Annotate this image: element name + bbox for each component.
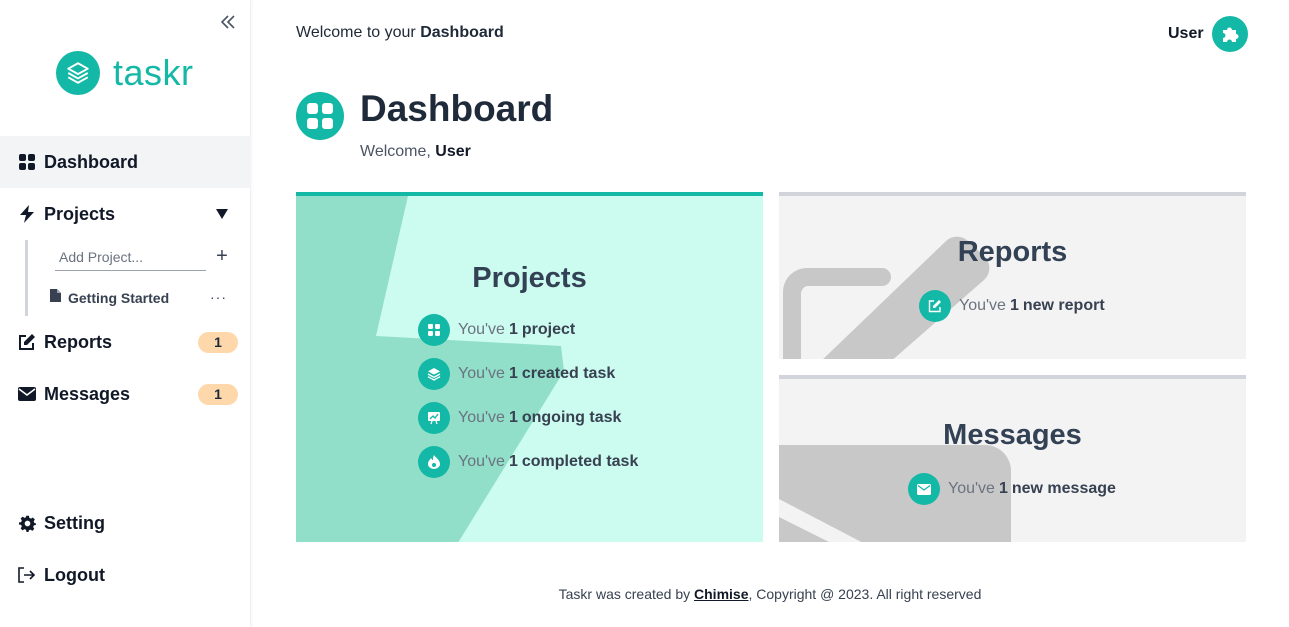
messages-card[interactable]: Messages You've 1 new message	[779, 375, 1246, 542]
more-options-icon[interactable]: ···	[210, 289, 227, 305]
user-name: User	[1168, 25, 1204, 42]
stat-prefix: You've	[458, 365, 505, 382]
sidebar-item-label: Dashboard	[44, 151, 139, 172]
stat-prefix: You've	[458, 321, 505, 338]
messages-card-title: Messages	[943, 419, 1082, 451]
stat-new-reports: You've 1 new report	[919, 290, 1105, 322]
welcome-message: Welcome to your Dashboard	[296, 24, 504, 42]
sidebar: taskr Dashboard Projects + Getting Start…	[0, 0, 251, 627]
app-name: taskr	[113, 52, 194, 93]
gear-icon	[18, 514, 36, 532]
stat-suffix: new report	[1022, 297, 1105, 314]
envelope-icon	[18, 385, 36, 403]
sidebar-item-label: Projects	[44, 203, 116, 224]
page-subtitle: Welcome, User	[360, 143, 471, 161]
stat-suffix: ongoing task	[521, 409, 622, 426]
sidebar-item-projects[interactable]: Projects	[0, 188, 251, 240]
puzzle-icon	[1211, 16, 1248, 52]
add-project-button[interactable]: +	[213, 246, 231, 266]
dashboard-grid-icon	[296, 92, 344, 140]
reports-card[interactable]: Reports You've 1 new report	[779, 192, 1246, 359]
messages-count-badge: 1	[198, 384, 238, 405]
envelope-icon	[908, 473, 940, 505]
stat-prefix: You've	[959, 297, 1006, 314]
chart-board-icon	[418, 402, 450, 434]
fire-icon	[418, 446, 450, 478]
sidebar-item-messages[interactable]: Messages 1	[0, 368, 251, 420]
stat-count: 1	[508, 409, 518, 426]
logo[interactable]: taskr	[56, 51, 194, 95]
sidebar-item-label: Logout	[44, 564, 105, 585]
grid-icon	[418, 314, 450, 346]
author-link[interactable]: Chimise	[694, 586, 748, 602]
projects-card-title: Projects	[472, 262, 587, 294]
stat-prefix: You've	[458, 453, 505, 470]
sidebar-item-reports[interactable]: Reports 1	[0, 316, 251, 368]
stat-count: 1	[508, 365, 518, 382]
subtitle-user: User	[435, 143, 471, 160]
sidebar-item-label: Messages	[44, 383, 131, 404]
app: taskr Dashboard Projects + Getting Start…	[0, 0, 1289, 627]
stat-created-tasks: You've 1 created task	[418, 358, 615, 390]
stat-prefix: You've	[948, 480, 995, 497]
caret-down-icon[interactable]	[215, 207, 229, 221]
envelope-background-icon	[779, 445, 1011, 542]
edit-background-icon	[783, 236, 990, 359]
edit-icon	[18, 333, 36, 351]
welcome-strong: Dashboard	[420, 24, 504, 41]
stat-suffix: completed task	[521, 453, 639, 470]
user-menu[interactable]: User	[1168, 16, 1248, 52]
project-item-getting-started[interactable]: Getting Started	[50, 289, 169, 307]
projects-card[interactable]: Projects You've 1 project You've 1 created t…	[296, 192, 763, 542]
footer: Taskr was created by Chimise, Copyright …	[0, 586, 1289, 602]
layers-icon	[56, 51, 100, 95]
stat-suffix: new message	[1011, 480, 1116, 497]
file-icon	[50, 289, 61, 307]
add-project-input[interactable]	[55, 244, 206, 271]
stat-ongoing-tasks: You've 1 ongoing task	[418, 402, 621, 434]
stat-completed-tasks: You've 1 completed task	[418, 446, 638, 478]
footer-suffix: , Copyright @ 2023. All right reserved	[748, 586, 982, 602]
sidebar-item-label: Setting	[44, 512, 105, 533]
reports-card-title: Reports	[957, 236, 1068, 268]
bolt-icon	[18, 205, 36, 223]
stat-prefix: You've	[458, 409, 505, 426]
collapse-sidebar-icon[interactable]	[218, 12, 238, 32]
grid-icon	[18, 153, 36, 171]
stat-count: 1	[998, 480, 1008, 497]
welcome-prefix: Welcome to your	[296, 24, 421, 41]
logout-icon	[18, 566, 36, 584]
edit-icon	[919, 290, 951, 322]
stat-count: 1	[508, 453, 518, 470]
stat-count: 1	[508, 321, 518, 338]
stat-projects: You've 1 project	[418, 314, 575, 346]
sidebar-item-dashboard[interactable]: Dashboard	[0, 136, 251, 188]
projects-tree-line	[25, 240, 28, 316]
sidebar-item-setting[interactable]: Setting	[0, 497, 251, 549]
stat-suffix: created task	[521, 365, 616, 382]
stat-new-messages: You've 1 new message	[908, 473, 1116, 505]
stat-count: 1	[1009, 297, 1019, 314]
stat-suffix: project	[521, 321, 576, 338]
footer-prefix: Taskr was created by	[558, 586, 695, 602]
sidebar-item-label: Reports	[44, 331, 113, 352]
page-title: Dashboard	[360, 88, 554, 129]
project-item-label: Getting Started	[68, 290, 170, 306]
reports-count-badge: 1	[198, 332, 238, 353]
layers-icon	[418, 358, 450, 390]
subtitle-prefix: Welcome,	[360, 143, 436, 160]
